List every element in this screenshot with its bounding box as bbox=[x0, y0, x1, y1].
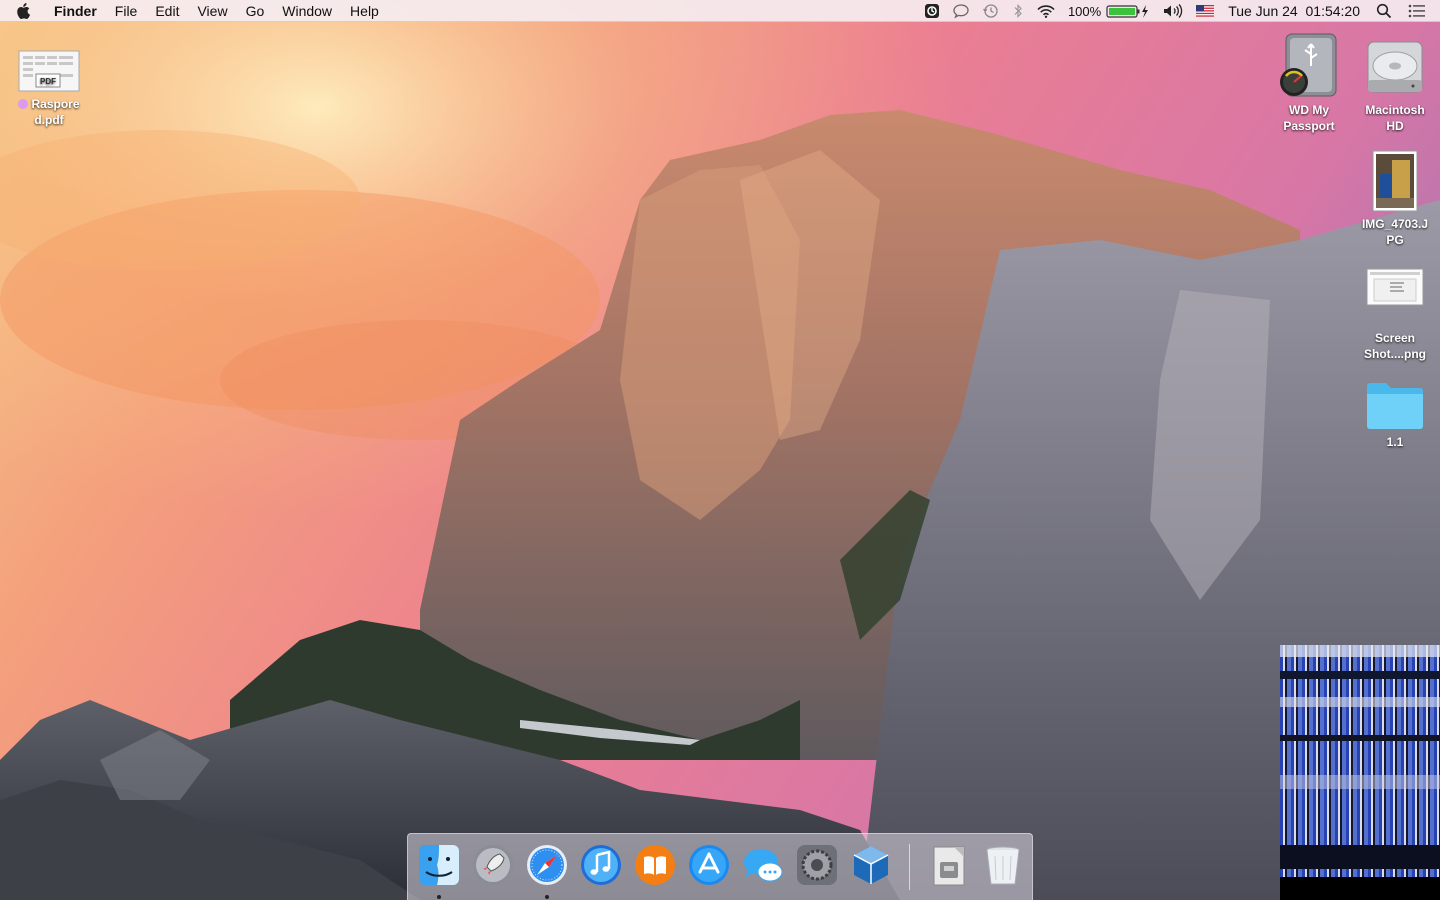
ibooks-icon bbox=[635, 845, 675, 885]
svg-text:PDF: PDF bbox=[40, 77, 56, 86]
hard-drive-icon bbox=[1367, 41, 1423, 93]
dock-launchpad[interactable] bbox=[470, 842, 516, 890]
dock-messages[interactable] bbox=[740, 842, 786, 890]
chat-bubble-icon[interactable] bbox=[946, 0, 976, 22]
desktop-file-raspored-pdf[interactable]: PDF Raspore d.pdf bbox=[4, 40, 94, 128]
documents-stack-icon bbox=[933, 846, 965, 886]
menu-window[interactable]: Window bbox=[273, 0, 341, 22]
status-app-icon[interactable] bbox=[918, 0, 946, 22]
dock bbox=[407, 833, 1033, 900]
app-store-icon bbox=[689, 845, 729, 885]
screen-artifact bbox=[1280, 645, 1440, 900]
screenshot-file-icon bbox=[1366, 268, 1424, 306]
dock-app-store[interactable] bbox=[686, 842, 732, 890]
time-machine-icon[interactable] bbox=[976, 0, 1006, 22]
clock[interactable]: Tue Jun 24 01:54:20 bbox=[1220, 0, 1370, 22]
itunes-icon bbox=[581, 845, 621, 885]
desktop-folder-label: 1.1 bbox=[1386, 435, 1404, 449]
menu-app-finder[interactable]: Finder bbox=[46, 0, 106, 22]
safari-icon bbox=[527, 845, 567, 885]
finder-icon bbox=[419, 845, 459, 885]
pdf-file-icon: PDF bbox=[18, 50, 80, 92]
dock-ibooks[interactable] bbox=[632, 842, 678, 890]
desktop-drive-wd-my-passport[interactable]: WD My Passport bbox=[1264, 28, 1354, 134]
dock-itunes[interactable] bbox=[578, 842, 624, 890]
desktop-wallpaper bbox=[0, 0, 1440, 900]
dock-separator bbox=[909, 844, 910, 890]
menu-help[interactable]: Help bbox=[341, 0, 388, 22]
dock-finder[interactable] bbox=[416, 842, 462, 899]
desktop-drive-macintosh-hd[interactable]: Macintosh HD bbox=[1350, 28, 1440, 134]
desktop-file-screenshot-png[interactable]: Screen Shot....png bbox=[1350, 262, 1440, 362]
spotlight-search-icon[interactable] bbox=[1370, 0, 1398, 22]
dock-system-preferences[interactable] bbox=[794, 842, 840, 890]
menu-go[interactable]: Go bbox=[237, 0, 274, 22]
running-indicator bbox=[437, 895, 441, 899]
desktop-drive-label: Macintosh HD bbox=[1365, 103, 1425, 133]
battery-percent[interactable]: 100% bbox=[1062, 0, 1104, 22]
apple-menu-icon[interactable] bbox=[0, 2, 46, 19]
dock-virtualbox[interactable] bbox=[848, 842, 894, 890]
menu-edit[interactable]: Edit bbox=[146, 0, 188, 22]
dock-safari[interactable] bbox=[524, 842, 570, 899]
launchpad-icon bbox=[473, 845, 513, 885]
image-file-icon bbox=[1372, 150, 1418, 212]
system-preferences-icon bbox=[797, 845, 837, 885]
dock-documents-stack[interactable] bbox=[926, 842, 972, 890]
menu-file[interactable]: File bbox=[106, 0, 147, 22]
desktop-file-label: IMG_4703.J PG bbox=[1361, 217, 1429, 247]
desktop-file-label: Screen Shot....png bbox=[1364, 331, 1426, 361]
wifi-icon[interactable] bbox=[1030, 0, 1062, 22]
notification-center-icon[interactable] bbox=[1398, 0, 1440, 22]
desktop-file-img-4703-jpg[interactable]: IMG_4703.J PG bbox=[1350, 144, 1440, 248]
desktop-folder-1-1[interactable]: 1.1 bbox=[1350, 372, 1440, 450]
trash-icon bbox=[986, 846, 1020, 885]
desktop-file-label: Raspore d.pdf bbox=[4, 96, 94, 128]
menu-bar: Finder File Edit View Go Window Help 100… bbox=[0, 0, 1440, 22]
desktop-drive-label: WD My Passport bbox=[1283, 103, 1335, 133]
external-drive-icon bbox=[1280, 33, 1337, 97]
color-tag-icon bbox=[18, 99, 29, 109]
running-indicator bbox=[545, 895, 549, 899]
dock-trash[interactable] bbox=[980, 842, 1026, 890]
volume-icon[interactable] bbox=[1156, 0, 1190, 22]
virtualbox-icon bbox=[853, 846, 889, 884]
input-source-flag-icon[interactable] bbox=[1190, 0, 1220, 22]
folder-icon bbox=[1367, 383, 1423, 429]
menu-view[interactable]: View bbox=[188, 0, 236, 22]
messages-icon bbox=[744, 849, 783, 882]
battery-charging-icon[interactable] bbox=[1104, 0, 1156, 22]
bluetooth-icon[interactable] bbox=[1006, 0, 1030, 22]
